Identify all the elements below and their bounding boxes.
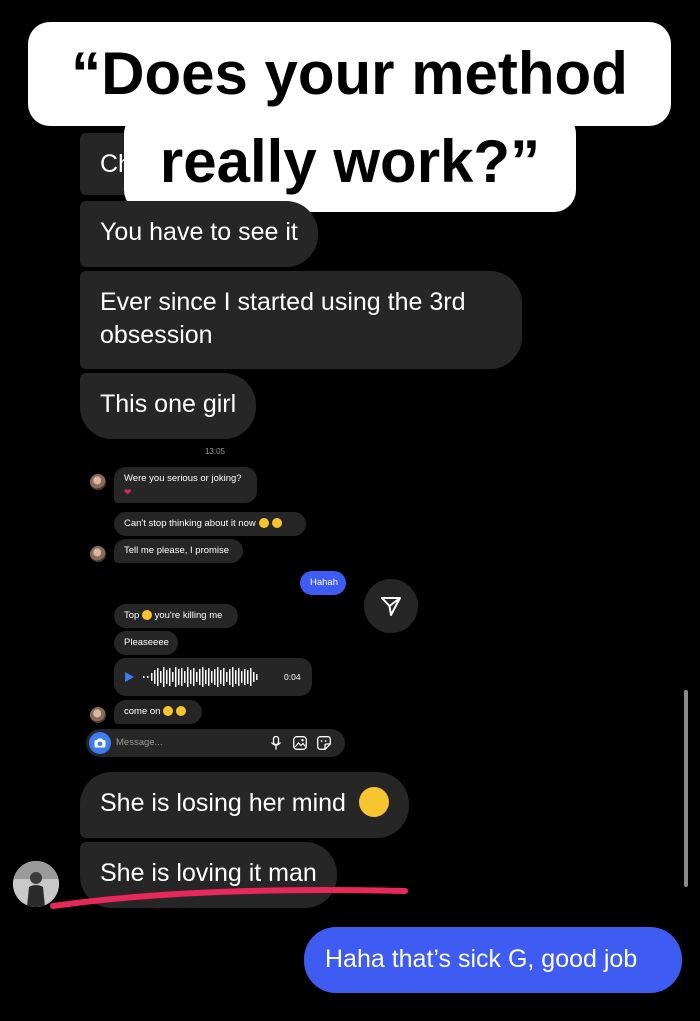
message-text-suffix: you're killing me <box>154 610 223 621</box>
sent-message-bubble[interactable]: Haha that’s sick G, good job <box>304 927 682 993</box>
caption-line-2: really work?” <box>124 112 576 212</box>
message-text: come on <box>124 706 161 717</box>
microphone-icon[interactable] <box>270 736 282 750</box>
image-icon[interactable] <box>293 736 307 750</box>
dizzy-face-emoji-icon <box>259 518 270 529</box>
pleading-face-emoji-icon <box>163 706 174 717</box>
message-composer[interactable]: Message... <box>86 729 345 757</box>
message-bubble[interactable]: This one girl <box>80 373 257 439</box>
message-bubble[interactable]: She is losing her mind <box>80 772 409 838</box>
timestamp: 13:05 <box>204 447 226 456</box>
message-text: This one girl <box>100 390 237 418</box>
contact-avatar <box>90 546 106 562</box>
message-bubble[interactable]: Top you're killing me <box>114 604 238 628</box>
send-icon <box>381 597 401 616</box>
message-text-prefix: Top <box>124 610 140 621</box>
message-text: Were you serious or joking? <box>124 473 242 484</box>
caption-line-1-text: “Does your method <box>71 40 628 107</box>
laughing-emoji-icon <box>358 787 389 818</box>
message-text: Pleaseeee <box>124 637 169 648</box>
message-bubble[interactable]: Were you serious or joking? ❤ <box>114 467 257 503</box>
waveform-icon <box>143 667 258 687</box>
voice-message[interactable]: 0:04 <box>114 658 312 696</box>
play-icon[interactable] <box>125 672 134 682</box>
message-bubble[interactable]: You have to see it <box>80 201 318 267</box>
message-text: Ever since I started using the 3rd obses… <box>100 288 466 349</box>
sticker-icon[interactable] <box>317 736 331 750</box>
message-bubble[interactable]: Tell me please, I promise <box>114 539 243 563</box>
tired-face-emoji-icon <box>272 518 283 529</box>
share-button[interactable] <box>364 579 418 633</box>
message-bubble[interactable]: Can't stop thinking about it now <box>114 512 306 536</box>
caption-line-2-text: really work?” <box>159 128 541 195</box>
scrollbar[interactable] <box>684 690 688 887</box>
contact-avatar <box>90 707 106 723</box>
voice-duration: 0:04 <box>284 672 301 682</box>
message-text: She is losing her mind <box>100 789 346 817</box>
pleading-face-emoji-icon <box>175 706 186 717</box>
laughing-emoji-icon <box>141 610 152 621</box>
message-text: Tell me please, I promise <box>124 545 230 556</box>
message-text: Hahah <box>310 577 338 588</box>
contact-avatar <box>90 474 106 490</box>
camera-button[interactable] <box>89 732 111 754</box>
message-bubble[interactable]: Ever since I started using the 3rd obses… <box>80 271 522 369</box>
heart-icon: ❤ <box>124 487 132 497</box>
message-bubble[interactable]: come on <box>114 700 202 724</box>
red-underline <box>50 887 408 909</box>
camera-icon <box>94 738 106 748</box>
embedded-chat-screenshot: 13:05 Were you serious or joking? ❤ Can'… <box>80 440 440 770</box>
message-text: You have to see it <box>100 218 298 246</box>
caption-line-1: “Does your method <box>28 22 671 126</box>
message-text: Can't stop thinking about it now <box>124 518 256 529</box>
message-input[interactable]: Message... <box>116 737 162 748</box>
sent-message-bubble[interactable]: Hahah <box>300 571 346 595</box>
message-text: Haha that’s sick G, good job <box>325 945 638 973</box>
message-bubble[interactable]: Pleaseeee <box>114 631 178 655</box>
